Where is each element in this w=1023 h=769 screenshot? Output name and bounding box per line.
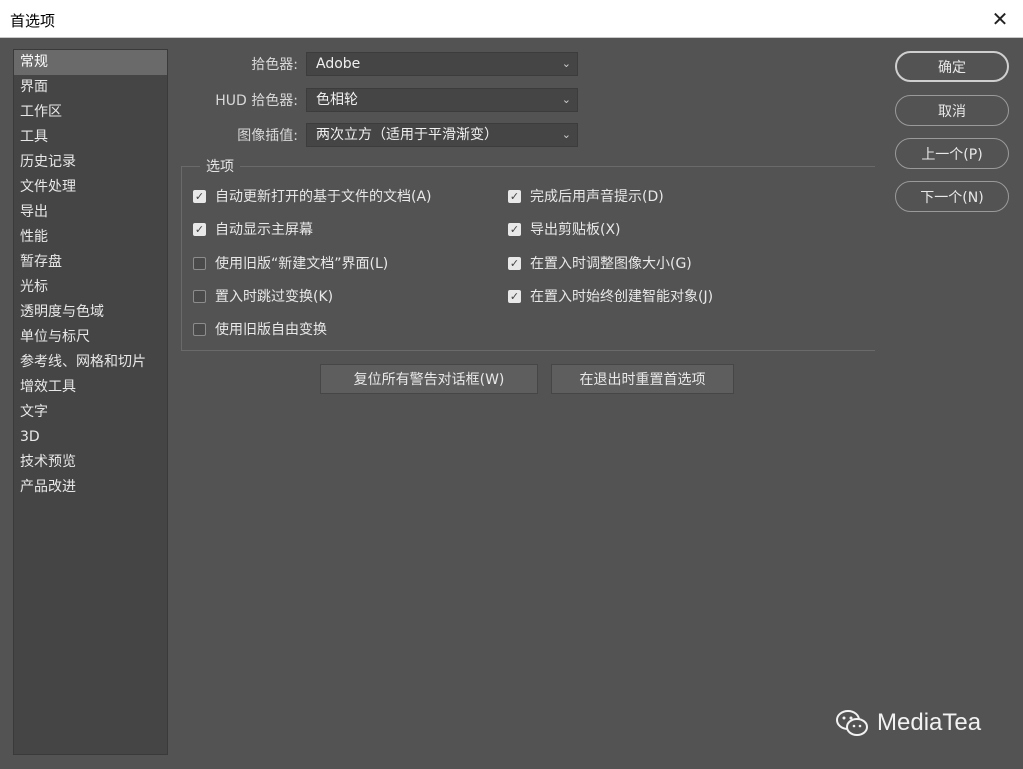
sidebar-item-performance[interactable]: 性能	[14, 225, 167, 250]
watermark: MediaTea	[835, 708, 981, 738]
prev-button[interactable]: 上一个(P)	[895, 138, 1009, 169]
color-picker-value: Adobe	[316, 56, 361, 72]
chevron-down-icon: ⌄	[561, 128, 571, 141]
hud-color-picker-label: HUD 拾色器:	[215, 93, 298, 109]
check-icon: ✓	[194, 222, 205, 236]
chevron-down-icon: ⌄	[561, 57, 571, 70]
sidebar-item-tech-preview[interactable]: 技术预览	[14, 450, 167, 475]
sidebar-item-general[interactable]: 常规	[14, 50, 167, 75]
hud-color-picker-row: HUD 拾色器: 色相轮 ⌄	[176, 88, 578, 112]
category-list: 常规 界面 工作区 工具 历史记录 文件处理 导出 性能 暂存盘 光标 透明度与…	[13, 49, 168, 755]
sidebar-item-cursors[interactable]: 光标	[14, 275, 167, 300]
checkbox-unchecked[interactable]	[193, 256, 206, 270]
sidebar-item-transparency[interactable]: 透明度与色域	[14, 300, 167, 325]
sidebar-item-3d[interactable]: 3D	[14, 425, 167, 450]
checkbox-always-smart-object[interactable]: ✓ 在置入时始终创建智能对象(J)	[508, 286, 713, 306]
checkbox-legacy-new-doc[interactable]: 使用旧版“新建文档”界面(L)	[193, 253, 388, 273]
wechat-icon	[836, 710, 868, 736]
checkbox-auto-update-docs[interactable]: ✓ 自动更新打开的基于文件的文档(A)	[193, 186, 432, 206]
sidebar-item-tools[interactable]: 工具	[14, 125, 167, 150]
checkbox-label: 自动显示主屏幕	[215, 222, 313, 238]
chevron-down-icon: ⌄	[561, 93, 571, 106]
sidebar-item-guides[interactable]: 参考线、网格和切片	[14, 350, 167, 375]
hud-color-picker-value: 色相轮	[316, 92, 358, 108]
check-icon: ✓	[509, 189, 520, 203]
sidebar-item-workspace[interactable]: 工作区	[14, 100, 167, 125]
checkbox-label: 导出剪贴板(X)	[530, 222, 621, 238]
checkbox-label: 使用旧版自由变换	[215, 322, 327, 338]
checkbox-label: 自动更新打开的基于文件的文档(A)	[215, 189, 432, 205]
close-icon[interactable]: ✕	[977, 0, 1023, 38]
color-picker-select[interactable]: Adobe ⌄	[306, 52, 578, 76]
sidebar-item-units[interactable]: 单位与标尺	[14, 325, 167, 350]
image-interpolation-value: 两次立方（适用于平滑渐变）	[316, 127, 498, 143]
cancel-button[interactable]: 取消	[895, 95, 1009, 126]
color-picker-label: 拾色器:	[251, 57, 298, 73]
ok-button[interactable]: 确定	[895, 51, 1009, 82]
checkbox-label: 在置入时调整图像大小(G)	[530, 256, 692, 272]
checkbox-unchecked[interactable]	[193, 322, 206, 336]
hud-color-picker-select[interactable]: 色相轮 ⌄	[306, 88, 578, 112]
checkbox-checked[interactable]: ✓	[193, 189, 206, 203]
sidebar-item-scratch-disks[interactable]: 暂存盘	[14, 250, 167, 275]
title-bar: 首选项 ✕	[0, 0, 1023, 38]
watermark-text: MediaTea	[877, 709, 982, 736]
image-interpolation-select[interactable]: 两次立方（适用于平滑渐变） ⌄	[306, 123, 578, 147]
image-interpolation-label: 图像插值:	[237, 128, 298, 144]
checkbox-checked[interactable]: ✓	[193, 222, 206, 236]
sidebar-item-file-handling[interactable]: 文件处理	[14, 175, 167, 200]
checkbox-beep-when-done[interactable]: ✓ 完成后用声音提示(D)	[508, 186, 664, 206]
image-interpolation-row: 图像插值: 两次立方（适用于平滑渐变） ⌄	[176, 123, 578, 147]
checkbox-label: 完成后用声音提示(D)	[530, 189, 664, 205]
check-icon: ✓	[509, 289, 520, 303]
sidebar-item-product-improvement[interactable]: 产品改进	[14, 475, 167, 500]
checkbox-resize-on-place[interactable]: ✓ 在置入时调整图像大小(G)	[508, 253, 692, 273]
options-group-title: 选项	[200, 156, 240, 176]
window-title: 首选项	[10, 12, 56, 30]
sidebar-item-history[interactable]: 历史记录	[14, 150, 167, 175]
checkbox-label: 在置入时始终创建智能对象(J)	[530, 289, 714, 305]
check-icon: ✓	[509, 256, 520, 270]
checkbox-auto-show-home[interactable]: ✓ 自动显示主屏幕	[193, 219, 313, 239]
reset-warnings-button[interactable]: 复位所有警告对话框(W)	[320, 364, 538, 394]
checkbox-legacy-free-transform[interactable]: 使用旧版自由变换	[193, 319, 327, 339]
sidebar-item-export[interactable]: 导出	[14, 200, 167, 225]
checkbox-checked[interactable]: ✓	[508, 189, 521, 203]
checkbox-export-clipboard[interactable]: ✓ 导出剪贴板(X)	[508, 219, 621, 239]
checkbox-checked[interactable]: ✓	[508, 256, 521, 270]
reset-on-quit-button[interactable]: 在退出时重置首选项	[551, 364, 734, 394]
sidebar-item-plugins[interactable]: 增效工具	[14, 375, 167, 400]
checkbox-skip-transform[interactable]: 置入时跳过变换(K)	[193, 286, 333, 306]
checkbox-checked[interactable]: ✓	[508, 289, 521, 303]
color-picker-row: 拾色器: Adobe ⌄	[176, 52, 578, 76]
next-button[interactable]: 下一个(N)	[895, 181, 1009, 212]
check-icon: ✓	[194, 189, 205, 203]
checkbox-unchecked[interactable]	[193, 289, 206, 303]
sidebar-item-interface[interactable]: 界面	[14, 75, 167, 100]
checkbox-label: 使用旧版“新建文档”界面(L)	[215, 256, 389, 272]
sidebar-item-type[interactable]: 文字	[14, 400, 167, 425]
check-icon: ✓	[509, 222, 520, 236]
checkbox-label: 置入时跳过变换(K)	[215, 289, 334, 305]
checkbox-checked[interactable]: ✓	[508, 222, 521, 236]
